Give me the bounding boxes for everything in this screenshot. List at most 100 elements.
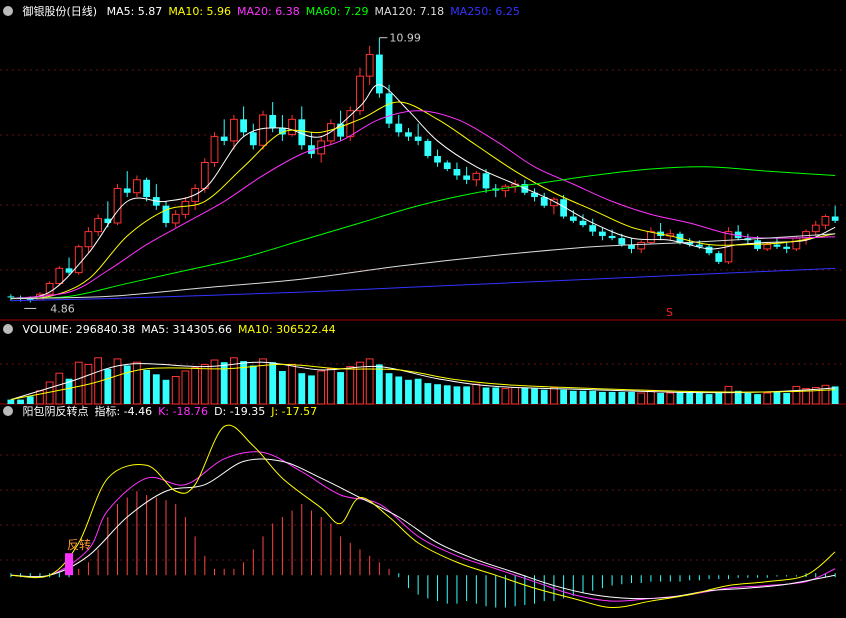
volume-bar-up (326, 368, 335, 405)
volume-bar-down (579, 390, 587, 404)
volume-bar-up (356, 361, 364, 405)
candle-body-up (637, 241, 646, 250)
volume-bar-up (171, 376, 180, 405)
candle-body-down (589, 225, 597, 232)
volume-bar-down (152, 374, 160, 404)
signal-bar (65, 553, 74, 576)
candle-body-up (200, 162, 209, 189)
candle-body-up (74, 246, 83, 274)
candle-body-down (424, 140, 432, 157)
stock-chart[interactable]: 10.99 4.86 S 反转 (0, 0, 846, 618)
candle-body-up (84, 231, 93, 248)
ma-label-1: MA10: 5.96 (168, 5, 232, 18)
volume-bar-down (123, 365, 131, 404)
volume-bar-down (375, 364, 383, 404)
indicator-label-4: J: -17.57 (271, 405, 318, 418)
volume-bar-up (666, 392, 675, 405)
candle-body-up (133, 179, 141, 194)
volume-bar-down (385, 373, 393, 404)
volume-bar-down (686, 393, 694, 404)
volume-bar-down (337, 372, 344, 404)
volume-bar-up (637, 392, 646, 405)
candle-body-up (259, 114, 267, 146)
volume-label-2: MA10: 306522.44 (237, 323, 336, 336)
high-label: 10.99 (389, 32, 421, 45)
volume-bar-down (531, 388, 538, 404)
indicator-label-1: 指标: -4.46 (94, 405, 153, 418)
volume-bar-up (811, 387, 820, 405)
volume-bar-down (434, 384, 441, 404)
volume-bar-up (346, 366, 355, 405)
volume-bar-up (191, 367, 199, 405)
volume-bar-down (831, 386, 839, 404)
volume-bar-down (104, 368, 112, 404)
candle-body-down (249, 132, 257, 146)
indicator-header-gear-icon[interactable] (3, 406, 13, 416)
ma-label-2: MA20: 6.38 (237, 5, 300, 18)
candle-body-up (365, 54, 374, 77)
candle-body-down (240, 119, 247, 133)
volume-bar-down (589, 390, 597, 404)
volume-bar-up (200, 363, 209, 405)
price-header: 御银股份(日线) MA5: 5.87 MA10: 5.96 MA20: 6.38 MA… (0, 4, 532, 20)
candle-body-up (113, 187, 122, 224)
volume-bar-down (492, 387, 500, 404)
candle-body-up (356, 75, 364, 112)
volume-bar-down (395, 376, 403, 404)
indicator-k-line (10, 451, 836, 602)
volume-bar-down (628, 391, 635, 404)
volume-bar-down (521, 387, 529, 404)
volume-bar-down (540, 389, 548, 404)
signal-label: 反转 (67, 537, 91, 552)
volume-bar-down (695, 393, 703, 404)
candle-body-down (443, 162, 451, 169)
price-header-gear-icon[interactable] (3, 6, 13, 16)
indicator-label-2: K: -18.76 (158, 405, 209, 418)
candle-body-down (608, 235, 616, 239)
volume-bar-down (560, 389, 568, 404)
indicator-d-line (10, 458, 836, 600)
volume-bar-down (143, 369, 151, 404)
candle-body-down (269, 115, 277, 128)
ma-label-0: MA5: 5.87 (106, 5, 163, 18)
volume-bar-down (569, 390, 577, 404)
volume-bar-down (269, 362, 277, 404)
candle-body-down (7, 296, 15, 298)
volume-bar-up (550, 387, 558, 405)
volume-bar-up (647, 390, 655, 405)
volume-bar-up (181, 370, 190, 405)
candle-body-down (405, 132, 412, 137)
volume-header: VOLUME: 296840.38 MA5: 314305.66 MA10: 306… (0, 322, 348, 338)
candle-body-down (162, 205, 170, 223)
volume-bar-down (773, 391, 781, 404)
volume-bar-down (26, 396, 34, 404)
volume-bar-down (249, 365, 257, 404)
candle-body-down (385, 93, 393, 124)
volume-bar-up (36, 390, 44, 405)
volume-bar-down (657, 393, 664, 404)
volume-bar-down (676, 391, 684, 404)
candle-body-down (463, 175, 471, 180)
volume-label-1: MA5: 314305.66 (141, 323, 232, 336)
volume-bar-down (453, 386, 461, 404)
candle-body-down (831, 216, 839, 221)
volume-bar-down (463, 386, 471, 404)
stock-name: 御银股份(日线) (22, 5, 98, 18)
candle-body-down (482, 173, 490, 189)
candle-body-down (453, 169, 461, 176)
candle-body-down (705, 246, 713, 254)
low-label: 4.86 (50, 302, 75, 315)
candle-body-down (395, 123, 403, 133)
volume-bar-down (414, 378, 422, 404)
candle-body-up (55, 267, 64, 284)
candle-body-up (792, 237, 801, 250)
volume-label-0: VOLUME: 296840.38 (22, 323, 136, 336)
volume-bar-down (715, 393, 723, 404)
candle-body-down (715, 253, 723, 262)
volume-bar-up (501, 388, 510, 405)
candle-body-down (375, 54, 383, 94)
volume-header-gear-icon[interactable] (3, 324, 13, 334)
candle-body-up (763, 244, 772, 250)
candle-body-down (123, 188, 131, 193)
candle-body-down (569, 216, 577, 221)
